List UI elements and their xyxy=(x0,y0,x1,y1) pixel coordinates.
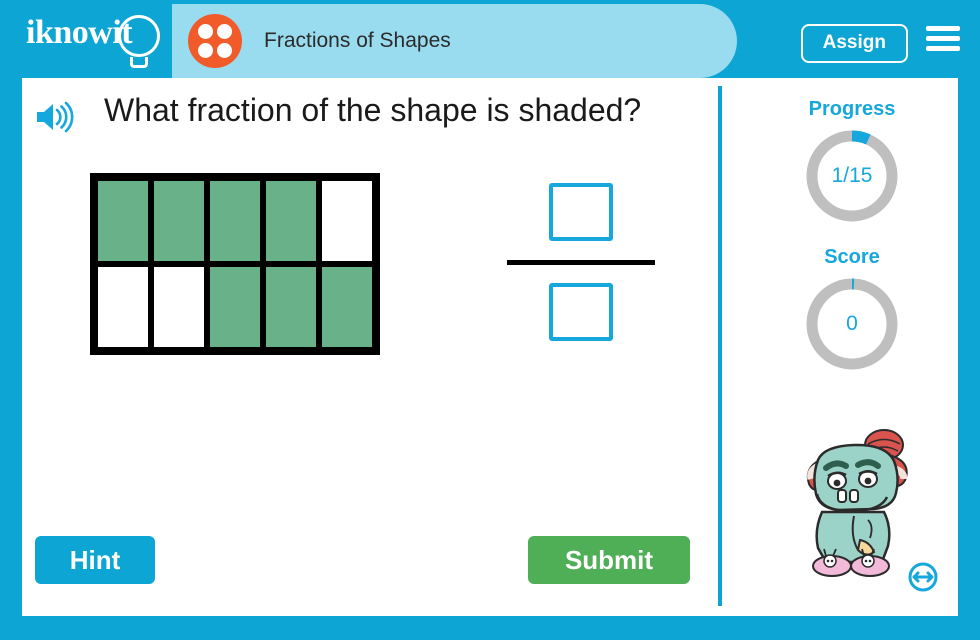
grid-cell xyxy=(95,264,151,350)
grid-cell xyxy=(207,178,263,264)
grid-cell xyxy=(319,264,375,350)
score-value: 0 xyxy=(846,312,858,335)
progress-label: Progress xyxy=(808,98,896,120)
monster-mascot xyxy=(792,428,932,578)
brand-logo-text: iknowit xyxy=(26,14,133,51)
grid-cell xyxy=(263,264,319,350)
question-text: What fraction of the shape is shaded? xyxy=(104,92,642,128)
progress-ring: 1/15 xyxy=(802,126,902,226)
grid-cell xyxy=(151,264,207,350)
numerator-input[interactable] xyxy=(549,183,613,241)
brand-logo[interactable]: iknowit xyxy=(26,14,162,68)
panel-divider xyxy=(718,86,722,606)
grid-cell xyxy=(263,178,319,264)
hint-button[interactable]: Hint xyxy=(35,536,155,584)
app-header: iknowit Fractions of Shapes Assign xyxy=(0,0,980,78)
submit-button[interactable]: Submit xyxy=(528,536,690,584)
content-panel: What fraction of the shape is shaded? Pr… xyxy=(22,78,958,616)
assign-button[interactable]: Assign xyxy=(800,24,908,63)
score-label: Score xyxy=(824,246,880,268)
denominator-input[interactable] xyxy=(549,283,613,341)
resize-horizontal-icon[interactable] xyxy=(908,562,938,592)
grid-cell xyxy=(319,178,375,264)
four-dots-icon xyxy=(188,14,242,68)
lesson-title-pill: Fractions of Shapes xyxy=(172,4,737,78)
fraction-answer-group xyxy=(496,183,666,341)
speaker-icon[interactable] xyxy=(34,100,74,134)
score-ring: 0 xyxy=(802,274,902,374)
score-meter: Score 0 xyxy=(762,246,942,374)
grid-cell xyxy=(151,178,207,264)
grid-row xyxy=(95,178,375,264)
grid-cell xyxy=(95,178,151,264)
grid-row xyxy=(95,264,375,350)
fraction-bar xyxy=(507,260,655,265)
app-window: iknowit Fractions of Shapes Assign What … xyxy=(0,0,980,640)
fraction-shape-grid xyxy=(90,173,380,355)
lightbulb-base-icon xyxy=(130,57,148,68)
page-title: Fractions of Shapes xyxy=(264,29,451,52)
progress-value: 1/15 xyxy=(831,164,873,187)
grid-cell xyxy=(207,264,263,350)
progress-meter: Progress 1/15 xyxy=(762,98,942,226)
hamburger-menu-icon[interactable] xyxy=(926,26,960,52)
